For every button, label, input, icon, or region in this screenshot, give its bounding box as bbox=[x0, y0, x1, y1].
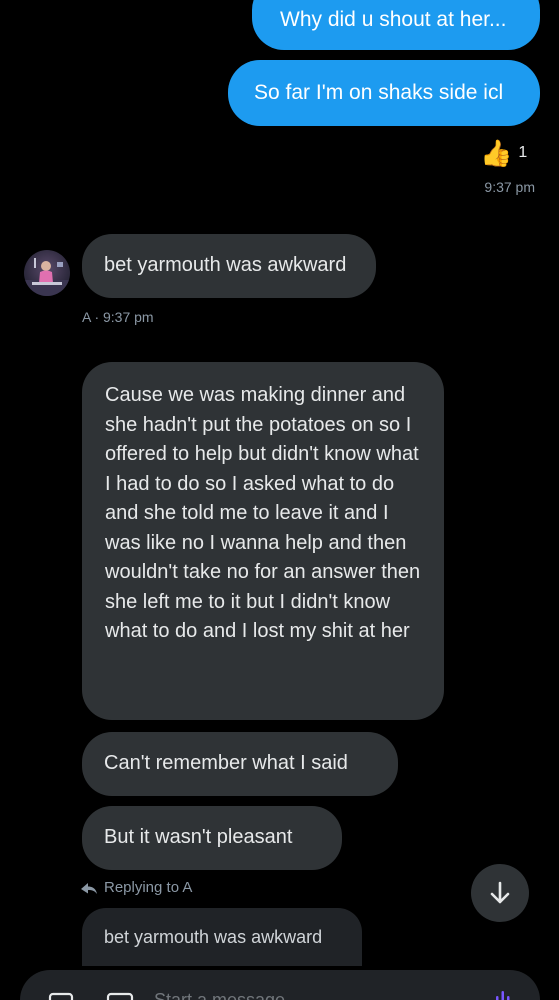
message-text: Cause we was making dinner and she hadn'… bbox=[105, 384, 421, 642]
outgoing-message[interactable]: So far I'm on shaks side icl bbox=[228, 60, 540, 126]
message-input[interactable]: Start a message bbox=[154, 990, 285, 1000]
message-text: bet yarmouth was awkward bbox=[104, 254, 347, 277]
arrow-down-icon bbox=[490, 881, 510, 904]
message-composer[interactable]: Start a message bbox=[20, 970, 540, 1000]
message-text: Why did u shout at her... bbox=[280, 8, 507, 31]
scroll-to-bottom-button[interactable] bbox=[471, 864, 529, 922]
reply-arrow-icon bbox=[81, 882, 97, 894]
outgoing-message[interactable]: Why did u shout at her... bbox=[252, 0, 540, 50]
image-icon[interactable] bbox=[48, 992, 74, 1000]
message-text: So far I'm on shaks side icl bbox=[254, 81, 504, 104]
incoming-message[interactable]: Can't remember what I said bbox=[82, 732, 398, 796]
gif-icon[interactable] bbox=[106, 992, 134, 1000]
thumbs-up-icon: 👍 bbox=[480, 138, 513, 168]
replying-to-label: Replying to A bbox=[80, 879, 192, 896]
incoming-message[interactable]: But it wasn't pleasant bbox=[82, 806, 342, 870]
message-text: But it wasn't pleasant bbox=[104, 826, 293, 849]
incoming-message[interactable]: bet yarmouth was awkward bbox=[82, 234, 376, 298]
avatar[interactable] bbox=[24, 250, 70, 296]
message-text: Can't remember what I said bbox=[104, 752, 348, 775]
incoming-message[interactable]: Cause we was making dinner and she hadn'… bbox=[82, 362, 444, 720]
message-reaction[interactable]: 👍 1 bbox=[480, 140, 527, 166]
replying-to-text: Replying to A bbox=[104, 879, 193, 896]
quoted-reply-bubble[interactable]: bet yarmouth was awkward bbox=[82, 908, 362, 966]
voice-icon[interactable] bbox=[494, 988, 512, 1000]
quoted-text: bet yarmouth was awkward bbox=[104, 926, 323, 947]
reaction-count: 1 bbox=[518, 144, 528, 161]
message-sender-time: A · 9:37 pm bbox=[82, 309, 154, 325]
message-timestamp: 9:37 pm bbox=[484, 179, 535, 195]
